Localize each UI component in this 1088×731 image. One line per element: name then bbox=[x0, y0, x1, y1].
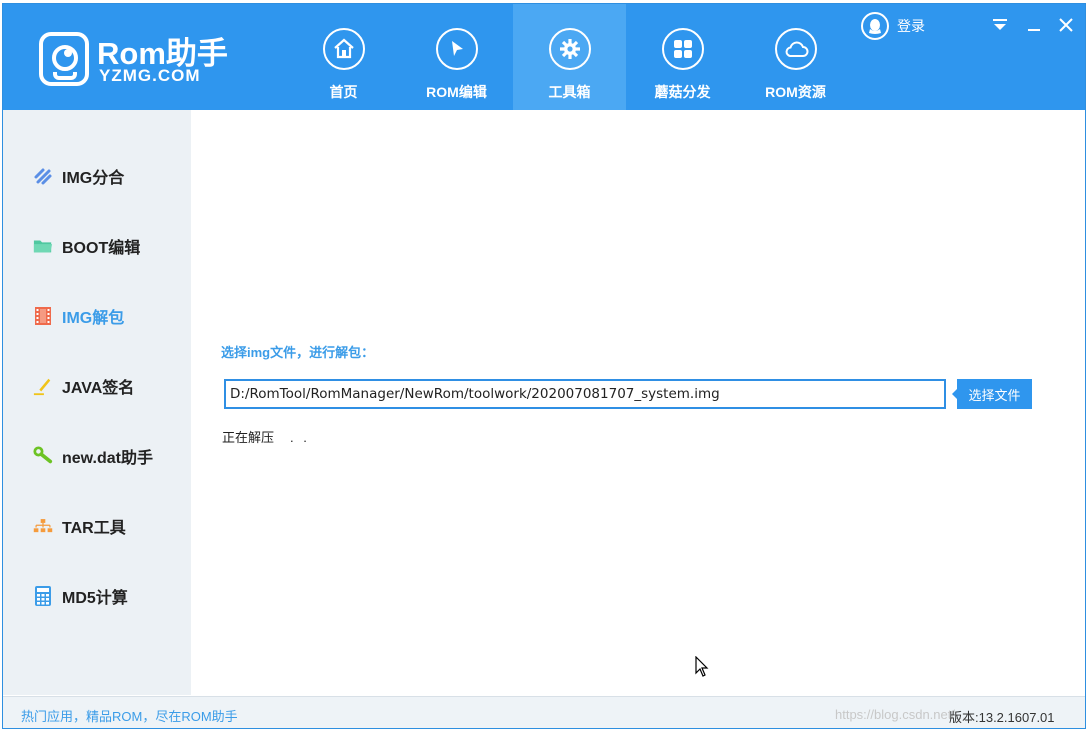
nav-toolbox-label: 工具箱 bbox=[548, 84, 591, 100]
sidebar-item-label: TAR工具 bbox=[62, 520, 126, 537]
film-icon bbox=[33, 306, 53, 326]
watermark-text: https://blog.csdn.net/... bbox=[835, 707, 966, 722]
sidebar-item-label: IMG解包 bbox=[62, 310, 125, 327]
sidebar: IMG分合 BOOT编辑 IMG解包 JAVA签名 new.dat助手 TAR工… bbox=[3, 110, 191, 695]
login-button[interactable]: 登录 bbox=[861, 12, 925, 40]
sidebar-item-tar-tool[interactable]: TAR工具 bbox=[3, 506, 191, 546]
nav-mogu-distribute-label: 蘑菇分发 bbox=[654, 84, 711, 100]
nav-home-label: 首页 bbox=[329, 84, 358, 100]
calculator-icon bbox=[33, 586, 53, 606]
nav-rom-resources[interactable]: ROM资源 bbox=[739, 4, 852, 110]
choose-file-button[interactable]: 选择文件 bbox=[952, 379, 1032, 409]
logo-mascot-icon bbox=[39, 32, 89, 86]
sidebar-item-new-dat-helper[interactable]: new.dat助手 bbox=[3, 436, 191, 476]
sidebar-item-boot-edit[interactable]: BOOT编辑 bbox=[3, 226, 191, 266]
status-bar: 热门应用，精品ROM，尽在ROM助手 https://blog.csdn.net… bbox=[3, 696, 1085, 728]
main-nav: 首页 ROM编辑 工具箱 蘑菇分发 ROM资源 bbox=[287, 4, 852, 110]
mouse-pointer-icon bbox=[695, 656, 709, 677]
cloud-icon bbox=[775, 28, 817, 70]
nav-toolbox[interactable]: 工具箱 bbox=[513, 4, 626, 110]
nav-home[interactable]: 首页 bbox=[287, 4, 400, 110]
header-bar: Rom助手 YZMG.COM 首页 ROM编辑 工具箱 蘑菇分发 ROM资源 登… bbox=[3, 4, 1085, 110]
sidebar-item-md5-calc[interactable]: MD5计算 bbox=[3, 576, 191, 616]
dropdown-menu-icon[interactable] bbox=[989, 14, 1011, 36]
home-icon bbox=[323, 28, 365, 70]
unpack-prompt: 选择img文件，进行解包： bbox=[221, 345, 375, 360]
img-path-input[interactable] bbox=[224, 379, 946, 409]
hierarchy-icon bbox=[33, 516, 53, 536]
unpack-status: 正在解压 . . bbox=[222, 427, 310, 446]
folder-icon bbox=[33, 236, 53, 256]
footer-slogan: 热门应用，精品ROM，尽在ROM助手 bbox=[21, 709, 238, 724]
qq-penguin-icon bbox=[861, 12, 889, 40]
logo-subtitle: YZMG.COM bbox=[99, 66, 201, 85]
main-panel: 选择img文件，进行解包： 选择文件 正在解压 . . bbox=[191, 110, 1073, 695]
sidebar-item-label: IMG分合 bbox=[62, 170, 125, 187]
wrench-icon bbox=[33, 446, 53, 466]
gear-icon bbox=[549, 28, 591, 70]
version-label: 版本:13.2.1607.01 bbox=[949, 710, 1055, 725]
nav-rom-edit[interactable]: ROM编辑 bbox=[400, 4, 513, 110]
app-logo: Rom助手 YZMG.COM bbox=[39, 32, 239, 92]
sidebar-item-java-sign[interactable]: JAVA签名 bbox=[3, 366, 191, 406]
cursor-arrow-icon bbox=[436, 28, 478, 70]
sidebar-item-img-split-merge[interactable]: IMG分合 bbox=[3, 156, 191, 196]
sidebar-item-label: JAVA签名 bbox=[62, 380, 135, 397]
sidebar-item-label: new.dat助手 bbox=[62, 450, 153, 467]
split-merge-icon bbox=[33, 166, 53, 186]
nav-mogu-distribute[interactable]: 蘑菇分发 bbox=[626, 4, 739, 110]
scrollbar-track[interactable] bbox=[1073, 110, 1085, 695]
status-dots: . . bbox=[290, 430, 310, 445]
login-label: 登录 bbox=[897, 18, 925, 34]
close-icon[interactable] bbox=[1055, 14, 1077, 36]
nav-rom-resources-label: ROM资源 bbox=[765, 84, 826, 100]
app-window: Rom助手 YZMG.COM 首页 ROM编辑 工具箱 蘑菇分发 ROM资源 登… bbox=[2, 3, 1086, 729]
pen-icon bbox=[33, 376, 53, 396]
sidebar-item-label: BOOT编辑 bbox=[62, 240, 141, 257]
grid-apps-icon bbox=[662, 28, 704, 70]
sidebar-item-label: MD5计算 bbox=[62, 590, 128, 607]
sidebar-item-img-unpack[interactable]: IMG解包 bbox=[3, 296, 191, 336]
minimize-icon[interactable] bbox=[1023, 14, 1045, 36]
nav-rom-edit-label: ROM编辑 bbox=[426, 84, 487, 100]
status-text: 正在解压 bbox=[222, 430, 275, 445]
